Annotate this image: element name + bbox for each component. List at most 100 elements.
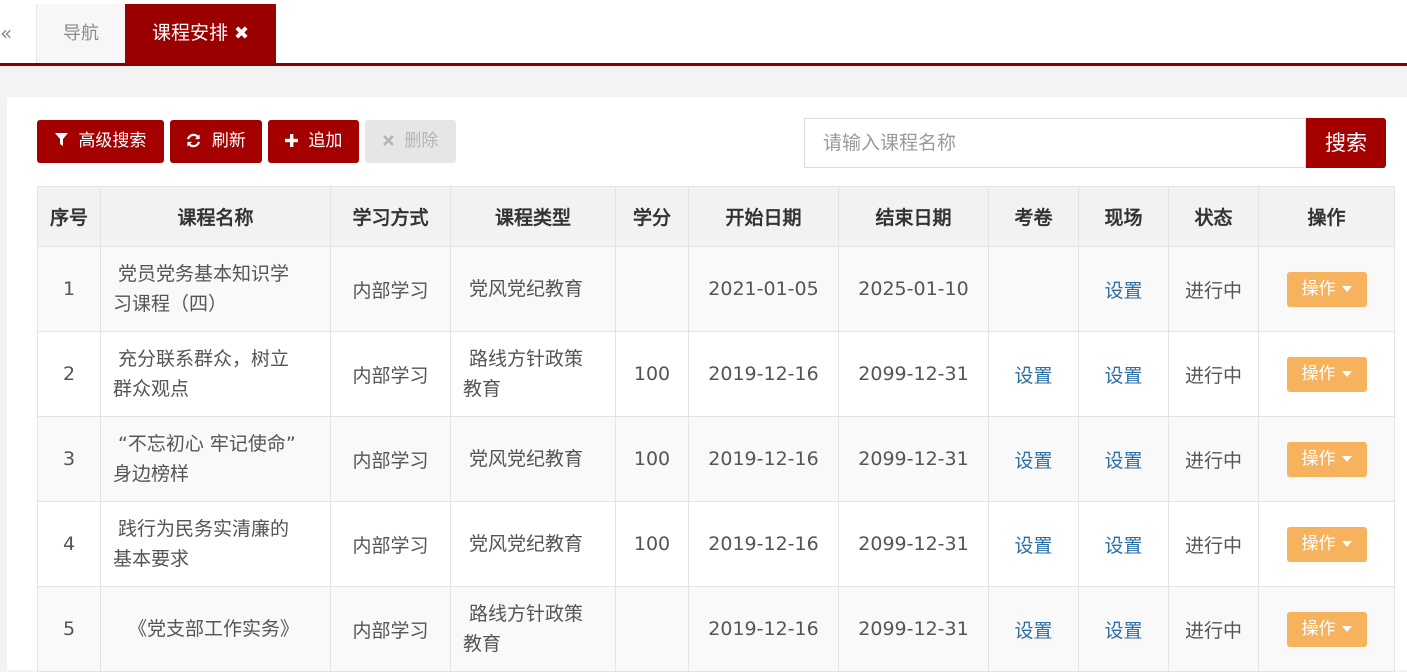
site-setting-link[interactable]: 设置 xyxy=(1104,620,1142,642)
filter-icon xyxy=(54,132,73,150)
tab-course-schedule[interactable]: 课程安排 ✖ xyxy=(125,4,276,63)
exam-setting-link[interactable]: 设置 xyxy=(1014,450,1052,472)
tab-bar: « 导航 课程安排 ✖ xyxy=(0,0,1407,66)
course-type: 路线方针政策 教育 xyxy=(450,586,616,672)
study-mode: 内部学习 xyxy=(330,331,451,417)
start-date: 2019-12-16 xyxy=(688,501,839,587)
course-type-line: 党风党纪教育 xyxy=(469,533,584,555)
exam-setting xyxy=(988,246,1079,332)
table-row[interactable]: 1 党员党务基本知识学 习课程（四） 内部学习 党风党纪教育 2021-01-05… xyxy=(37,246,1395,332)
column-header[interactable]: 考卷 xyxy=(988,186,1079,247)
site-setting-link[interactable]: 设置 xyxy=(1104,365,1142,387)
credit: 100 xyxy=(615,501,689,587)
table-header-row: 序号 课程名称 学习方式 课程类型 学分 开始日期 结束日期 考卷 现场 状态 … xyxy=(37,186,1395,247)
course-type: 党风党纪教育 xyxy=(450,246,616,332)
actions-dropdown-button[interactable]: 操作 xyxy=(1286,526,1367,562)
table-row[interactable]: 4 践行为民务实清廉的 基本要求 内部学习 党风党纪教育 100 2019-12-… xyxy=(37,501,1395,587)
course-type-line: 党风党纪教育 xyxy=(469,278,584,300)
column-header[interactable]: 操作 xyxy=(1258,186,1395,247)
site-setting-link[interactable]: 设置 xyxy=(1104,280,1142,302)
end-date: 2099-12-31 xyxy=(838,331,989,417)
exam-setting: 设置 xyxy=(988,416,1079,502)
status: 进行中 xyxy=(1168,586,1259,672)
table-row[interactable]: 3 “不忘初心 牢记使命” 身边榜样 内部学习 党风党纪教育 100 2019-1… xyxy=(37,416,1395,502)
actions-label: 操作 xyxy=(1301,618,1336,639)
close-icon xyxy=(382,132,399,150)
end-date: 2025-01-10 xyxy=(838,246,989,332)
site-setting-link[interactable]: 设置 xyxy=(1104,450,1142,472)
search-input[interactable] xyxy=(804,118,1306,168)
advanced-search-button[interactable]: 高级搜索 xyxy=(37,120,164,163)
actions-label: 操作 xyxy=(1301,448,1336,469)
actions-label: 操作 xyxy=(1301,533,1336,554)
start-date: 2019-12-16 xyxy=(688,586,839,672)
refresh-button[interactable]: 刷新 xyxy=(170,120,262,163)
tab-nav-label: 导航 xyxy=(63,23,99,44)
delete-button[interactable]: 删除 xyxy=(365,120,456,163)
column-header[interactable]: 开始日期 xyxy=(688,186,839,247)
collapse-sidebar-button[interactable]: « xyxy=(0,4,37,63)
exam-setting-link[interactable]: 设置 xyxy=(1014,365,1052,387)
actions-dropdown-button[interactable]: 操作 xyxy=(1286,356,1367,392)
status: 进行中 xyxy=(1168,246,1259,332)
column-header[interactable]: 序号 xyxy=(37,186,101,247)
study-mode: 内部学习 xyxy=(330,501,451,587)
table-row[interactable]: 5 《党支部工作实务》 内部学习 路线方针政策 教育 2019-12-16 209… xyxy=(37,586,1395,672)
column-header[interactable]: 课程类型 xyxy=(450,186,616,247)
start-date: 2021-01-05 xyxy=(688,246,839,332)
exam-setting-link[interactable]: 设置 xyxy=(1014,620,1052,642)
row-number: 1 xyxy=(37,246,101,332)
site-setting: 设置 xyxy=(1078,246,1169,332)
course-name-line: 党员党务基本知识学 xyxy=(118,263,290,285)
column-header[interactable]: 结束日期 xyxy=(838,186,989,247)
caret-down-icon xyxy=(1341,370,1352,377)
close-icon[interactable]: ✖ xyxy=(234,23,249,44)
refresh-icon xyxy=(186,132,206,150)
caret-down-icon xyxy=(1341,540,1352,547)
credit: 100 xyxy=(615,416,689,502)
course-name-line: 《党支部工作实务》 xyxy=(128,618,300,640)
row-number: 4 xyxy=(37,501,101,587)
content-panel: 高级搜索 刷新 追加 删除 搜索 序号 xyxy=(7,97,1407,672)
course-type-line: 党风党纪教育 xyxy=(469,448,584,470)
exam-setting: 设置 xyxy=(988,501,1079,587)
course-name-line: 习课程（四） xyxy=(113,293,228,315)
actions-dropdown-button[interactable]: 操作 xyxy=(1286,271,1367,307)
actions-dropdown-button[interactable]: 操作 xyxy=(1286,611,1367,647)
actions-label: 操作 xyxy=(1301,278,1336,299)
double-chevron-left-icon: « xyxy=(0,21,13,45)
course-type-line: 路线方针政策 xyxy=(469,603,584,625)
credit xyxy=(615,246,689,332)
course-name-line: 践行为民务实清廉的 xyxy=(118,518,290,540)
end-date: 2099-12-31 xyxy=(838,586,989,672)
actions-cell: 操作 xyxy=(1258,331,1395,417)
course-name-line: 身边榜样 xyxy=(113,463,190,485)
site-setting: 设置 xyxy=(1078,586,1169,672)
credit: 100 xyxy=(615,331,689,417)
actions-dropdown-button[interactable]: 操作 xyxy=(1286,441,1367,477)
end-date: 2099-12-31 xyxy=(838,501,989,587)
course-name: “不忘初心 牢记使命” 身边榜样 xyxy=(100,416,331,502)
site-setting-link[interactable]: 设置 xyxy=(1104,535,1142,557)
status: 进行中 xyxy=(1168,501,1259,587)
credit xyxy=(615,586,689,672)
refresh-label: 刷新 xyxy=(211,131,246,151)
search-button[interactable]: 搜索 xyxy=(1306,118,1386,168)
column-header[interactable]: 学习方式 xyxy=(330,186,451,247)
column-header[interactable]: 状态 xyxy=(1168,186,1259,247)
tab-nav[interactable]: 导航 xyxy=(37,4,126,63)
exam-setting-link[interactable]: 设置 xyxy=(1014,535,1052,557)
add-label: 追加 xyxy=(308,131,343,151)
course-name-line: 充分联系群众，树立 xyxy=(118,348,290,370)
table-row[interactable]: 2 充分联系群众，树立 群众观点 内部学习 路线方针政策 教育 100 2019-1… xyxy=(37,331,1395,417)
row-number: 3 xyxy=(37,416,101,502)
exam-setting: 设置 xyxy=(988,586,1079,672)
course-name: 党员党务基本知识学习课程（四） xyxy=(100,246,331,332)
advanced-search-label: 高级搜索 xyxy=(78,131,147,151)
row-number: 5 xyxy=(37,586,101,672)
start-date: 2019-12-16 xyxy=(688,331,839,417)
column-header[interactable]: 现场 xyxy=(1078,186,1169,247)
add-button[interactable]: 追加 xyxy=(268,120,359,163)
column-header[interactable]: 课程名称 xyxy=(100,186,331,247)
column-header[interactable]: 学分 xyxy=(615,186,689,247)
